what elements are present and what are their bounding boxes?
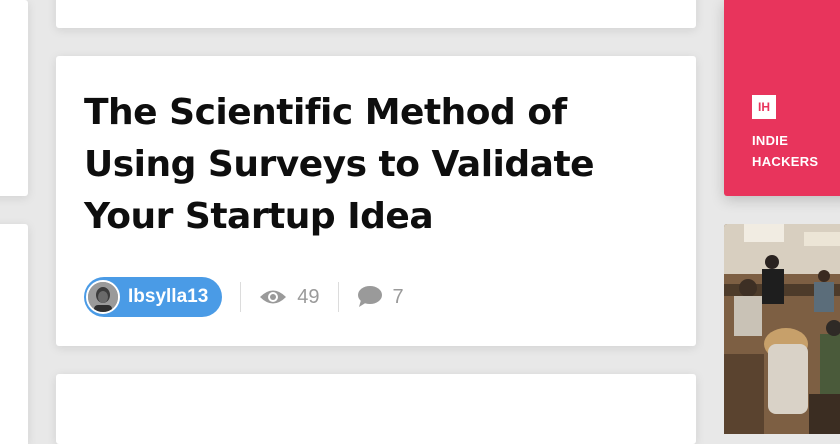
- comments-value: 7: [392, 285, 404, 308]
- post-card[interactable]: The Scientific Method of Using Surveys t…: [56, 56, 696, 346]
- post-title[interactable]: The Scientific Method of Using Surveys t…: [84, 87, 644, 243]
- divider: [337, 282, 339, 312]
- comment-bubble-icon: [357, 286, 382, 307]
- partial-card-left-top[interactable]: [0, 0, 28, 196]
- views-value: 49: [297, 285, 320, 308]
- partial-card-left-bottom[interactable]: [0, 224, 28, 444]
- author-name: Ibsylla13: [128, 286, 209, 307]
- author-link[interactable]: Ibsylla13: [84, 277, 223, 317]
- comments-count[interactable]: 7: [357, 285, 404, 309]
- views-count: 49: [259, 285, 320, 309]
- avatar: [86, 280, 120, 314]
- indie-hackers-name: INDIE HACKERS: [752, 133, 819, 169]
- partial-post-card-below[interactable]: [56, 374, 696, 444]
- partial-post-card-above[interactable]: [56, 0, 696, 28]
- cafe-photo[interactable]: [724, 224, 840, 434]
- indie-hackers-logo: IH: [752, 95, 776, 119]
- divider: [240, 282, 242, 312]
- eye-icon: [260, 290, 287, 304]
- indie-hackers-promo[interactable]: IH INDIE HACKERS: [724, 0, 840, 196]
- post-meta: Ibsylla13 49 7: [84, 276, 404, 318]
